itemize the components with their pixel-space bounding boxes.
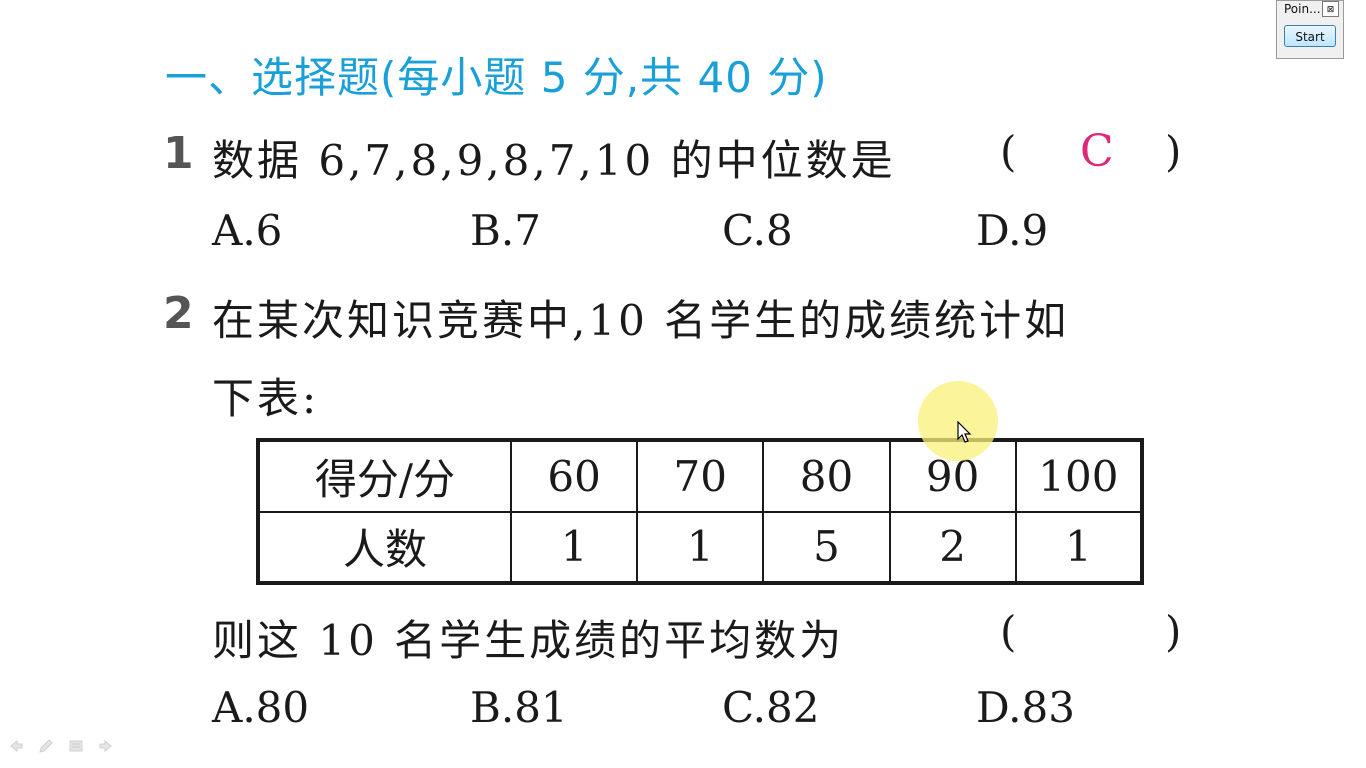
q1-option-b: B.7	[470, 206, 541, 255]
question-1-paren-open: (	[1000, 127, 1017, 176]
table-cell: 1	[1014, 510, 1144, 584]
table-cell: 80	[762, 439, 891, 513]
q1-option-a: A.6	[212, 206, 283, 255]
pointer-tool-window: Poin... ⊠ Start	[1276, 0, 1344, 59]
start-button[interactable]: Start	[1284, 25, 1336, 47]
nav-prev-icon[interactable]	[8, 738, 24, 754]
table-cell: 2	[888, 510, 1017, 584]
close-button[interactable]: ⊠	[1322, 1, 1339, 17]
question-2-number: 2	[163, 288, 194, 339]
table-cell: 60	[509, 439, 639, 513]
slideshow-nav	[8, 738, 114, 754]
mouse-cursor-icon	[957, 421, 972, 443]
q2-option-d: D.83	[976, 683, 1075, 732]
q1-option-c: C.8	[722, 206, 793, 255]
table-cell: 70	[636, 439, 765, 513]
question-1-number: 1	[163, 128, 194, 179]
table-cell: 5	[762, 510, 891, 584]
q2-option-c: C.82	[722, 683, 820, 732]
table-cell: 1	[636, 510, 765, 584]
question-1-text: 数据 6,7,8,9,8,7,10 的中位数是	[212, 136, 896, 185]
table-cell: 得分/分	[257, 439, 512, 513]
table-cell: 人数	[257, 510, 512, 584]
nav-next-icon[interactable]	[98, 738, 114, 754]
pointer-window-title: Poin...	[1284, 2, 1321, 16]
question-2-question: 则这 10 名学生成绩的平均数为	[212, 616, 845, 665]
table-row: 人数 1 1 5 2 1	[257, 510, 1144, 584]
question-1-answer: C	[1080, 126, 1114, 177]
question-2-paren-open: (	[1000, 607, 1017, 656]
score-table: 得分/分 60 70 80 90 100 人数 1 1 5 2 1	[256, 438, 1144, 585]
q2-option-b: B.81	[470, 683, 568, 732]
q1-option-d: D.9	[976, 206, 1049, 255]
question-2-paren-close: )	[1165, 607, 1182, 656]
table-cell: 100	[1014, 439, 1144, 513]
table-cell: 1	[509, 510, 639, 584]
question-2-text-line2: 下表:	[212, 374, 320, 423]
question-1-paren-close: )	[1165, 127, 1182, 176]
section-header: 一、选择题(每小题 5 分,共 40 分)	[165, 53, 828, 102]
menu-icon[interactable]	[68, 738, 84, 754]
q2-option-a: A.80	[212, 683, 310, 732]
question-2-text-line1: 在某次知识竞赛中,10 名学生的成绩统计如	[212, 296, 1070, 345]
pen-icon[interactable]	[38, 738, 54, 754]
table-header-row: 得分/分 60 70 80 90 100	[257, 439, 1144, 513]
